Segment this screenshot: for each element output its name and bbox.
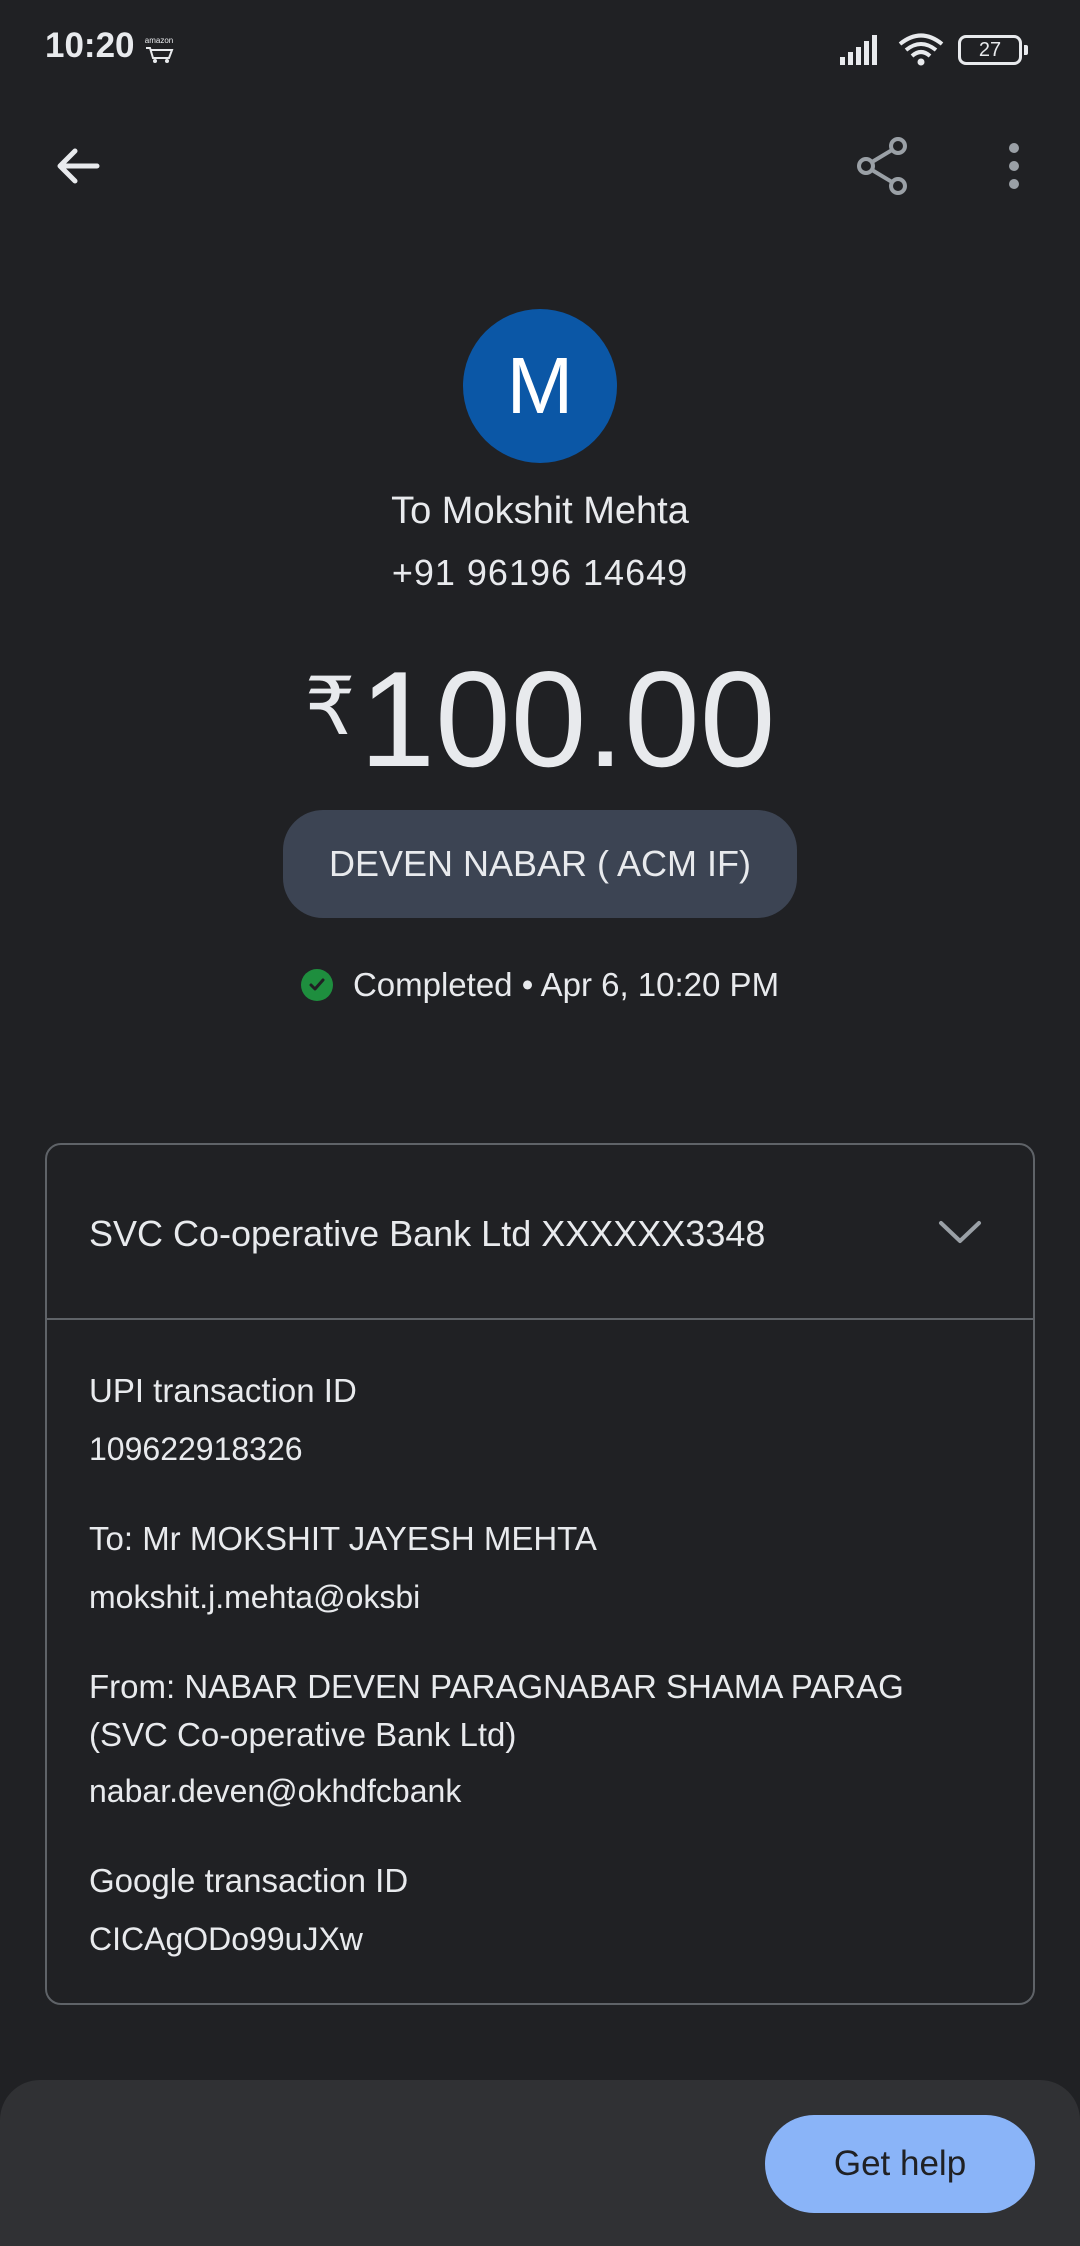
amazon-notification-icon: amazon xyxy=(145,36,174,63)
status-bar: 10:20 amazon 27 xyxy=(0,0,1080,100)
from-label: From: NABAR DEVEN PARAGNABAR SHAMA PARAG… xyxy=(89,1668,904,1753)
battery-indicator: 27 xyxy=(958,35,1028,65)
more-vert-icon xyxy=(1009,143,1019,189)
currency-symbol: ₹ xyxy=(304,662,356,751)
battery-level: 27 xyxy=(978,38,1002,61)
google-transaction-id-label: Google transaction ID xyxy=(89,1862,409,1899)
upi-transaction-id-label: UPI transaction ID xyxy=(89,1372,357,1409)
signal-icon xyxy=(840,35,877,65)
payment-note: DEVEN NABAR ( ACM IF) xyxy=(283,810,797,918)
status-time: 10:20 xyxy=(45,26,135,65)
arrow-back-icon xyxy=(57,148,100,184)
recipient-name: To Mokshit Mehta xyxy=(391,490,689,532)
upi-transaction-id-value: 109622918326 xyxy=(89,1431,303,1467)
transaction-details-card: SVC Co-operative Bank Ltd XXXXXX3348 UPI… xyxy=(45,1143,1035,2005)
share-icon xyxy=(857,137,907,195)
check-circle-icon xyxy=(300,969,333,1001)
bank-account-header[interactable]: SVC Co-operative Bank Ltd XXXXXX3348 xyxy=(47,1145,1033,1320)
avatar: M xyxy=(463,309,617,463)
svg-text:amazon: amazon xyxy=(145,36,173,45)
recipient-phone: +91 96196 14649 xyxy=(391,552,689,593)
from-upi-id: nabar.deven@okhdfcbank xyxy=(89,1773,462,1809)
status-icons: 27 xyxy=(840,30,1028,70)
get-help-button[interactable]: Get help xyxy=(765,2115,1035,2213)
payment-status: Completed • Apr 6, 10:20 PM xyxy=(0,966,1080,1004)
bottom-bar: Get help xyxy=(0,2080,1080,2246)
bank-account-name: SVC Co-operative Bank Ltd XXXXXX3348 xyxy=(89,1213,766,1254)
payment-amount: ₹100.00 xyxy=(0,632,1080,794)
more-options-button[interactable] xyxy=(974,126,1054,206)
share-button[interactable] xyxy=(842,126,922,206)
chevron-down-icon[interactable] xyxy=(935,1207,985,1257)
to-upi-id: mokshit.j.mehta@oksbi xyxy=(89,1579,421,1615)
back-button[interactable] xyxy=(38,126,118,206)
to-label: To: Mr MOKSHIT JAYESH MEHTA xyxy=(89,1520,597,1557)
wifi-icon xyxy=(898,33,944,66)
status-text: Completed • Apr 6, 10:20 PM xyxy=(352,966,780,1003)
google-transaction-id-value: CICAgODo99uJXw xyxy=(89,1921,363,1957)
amount-value: 100.00 xyxy=(359,643,776,795)
